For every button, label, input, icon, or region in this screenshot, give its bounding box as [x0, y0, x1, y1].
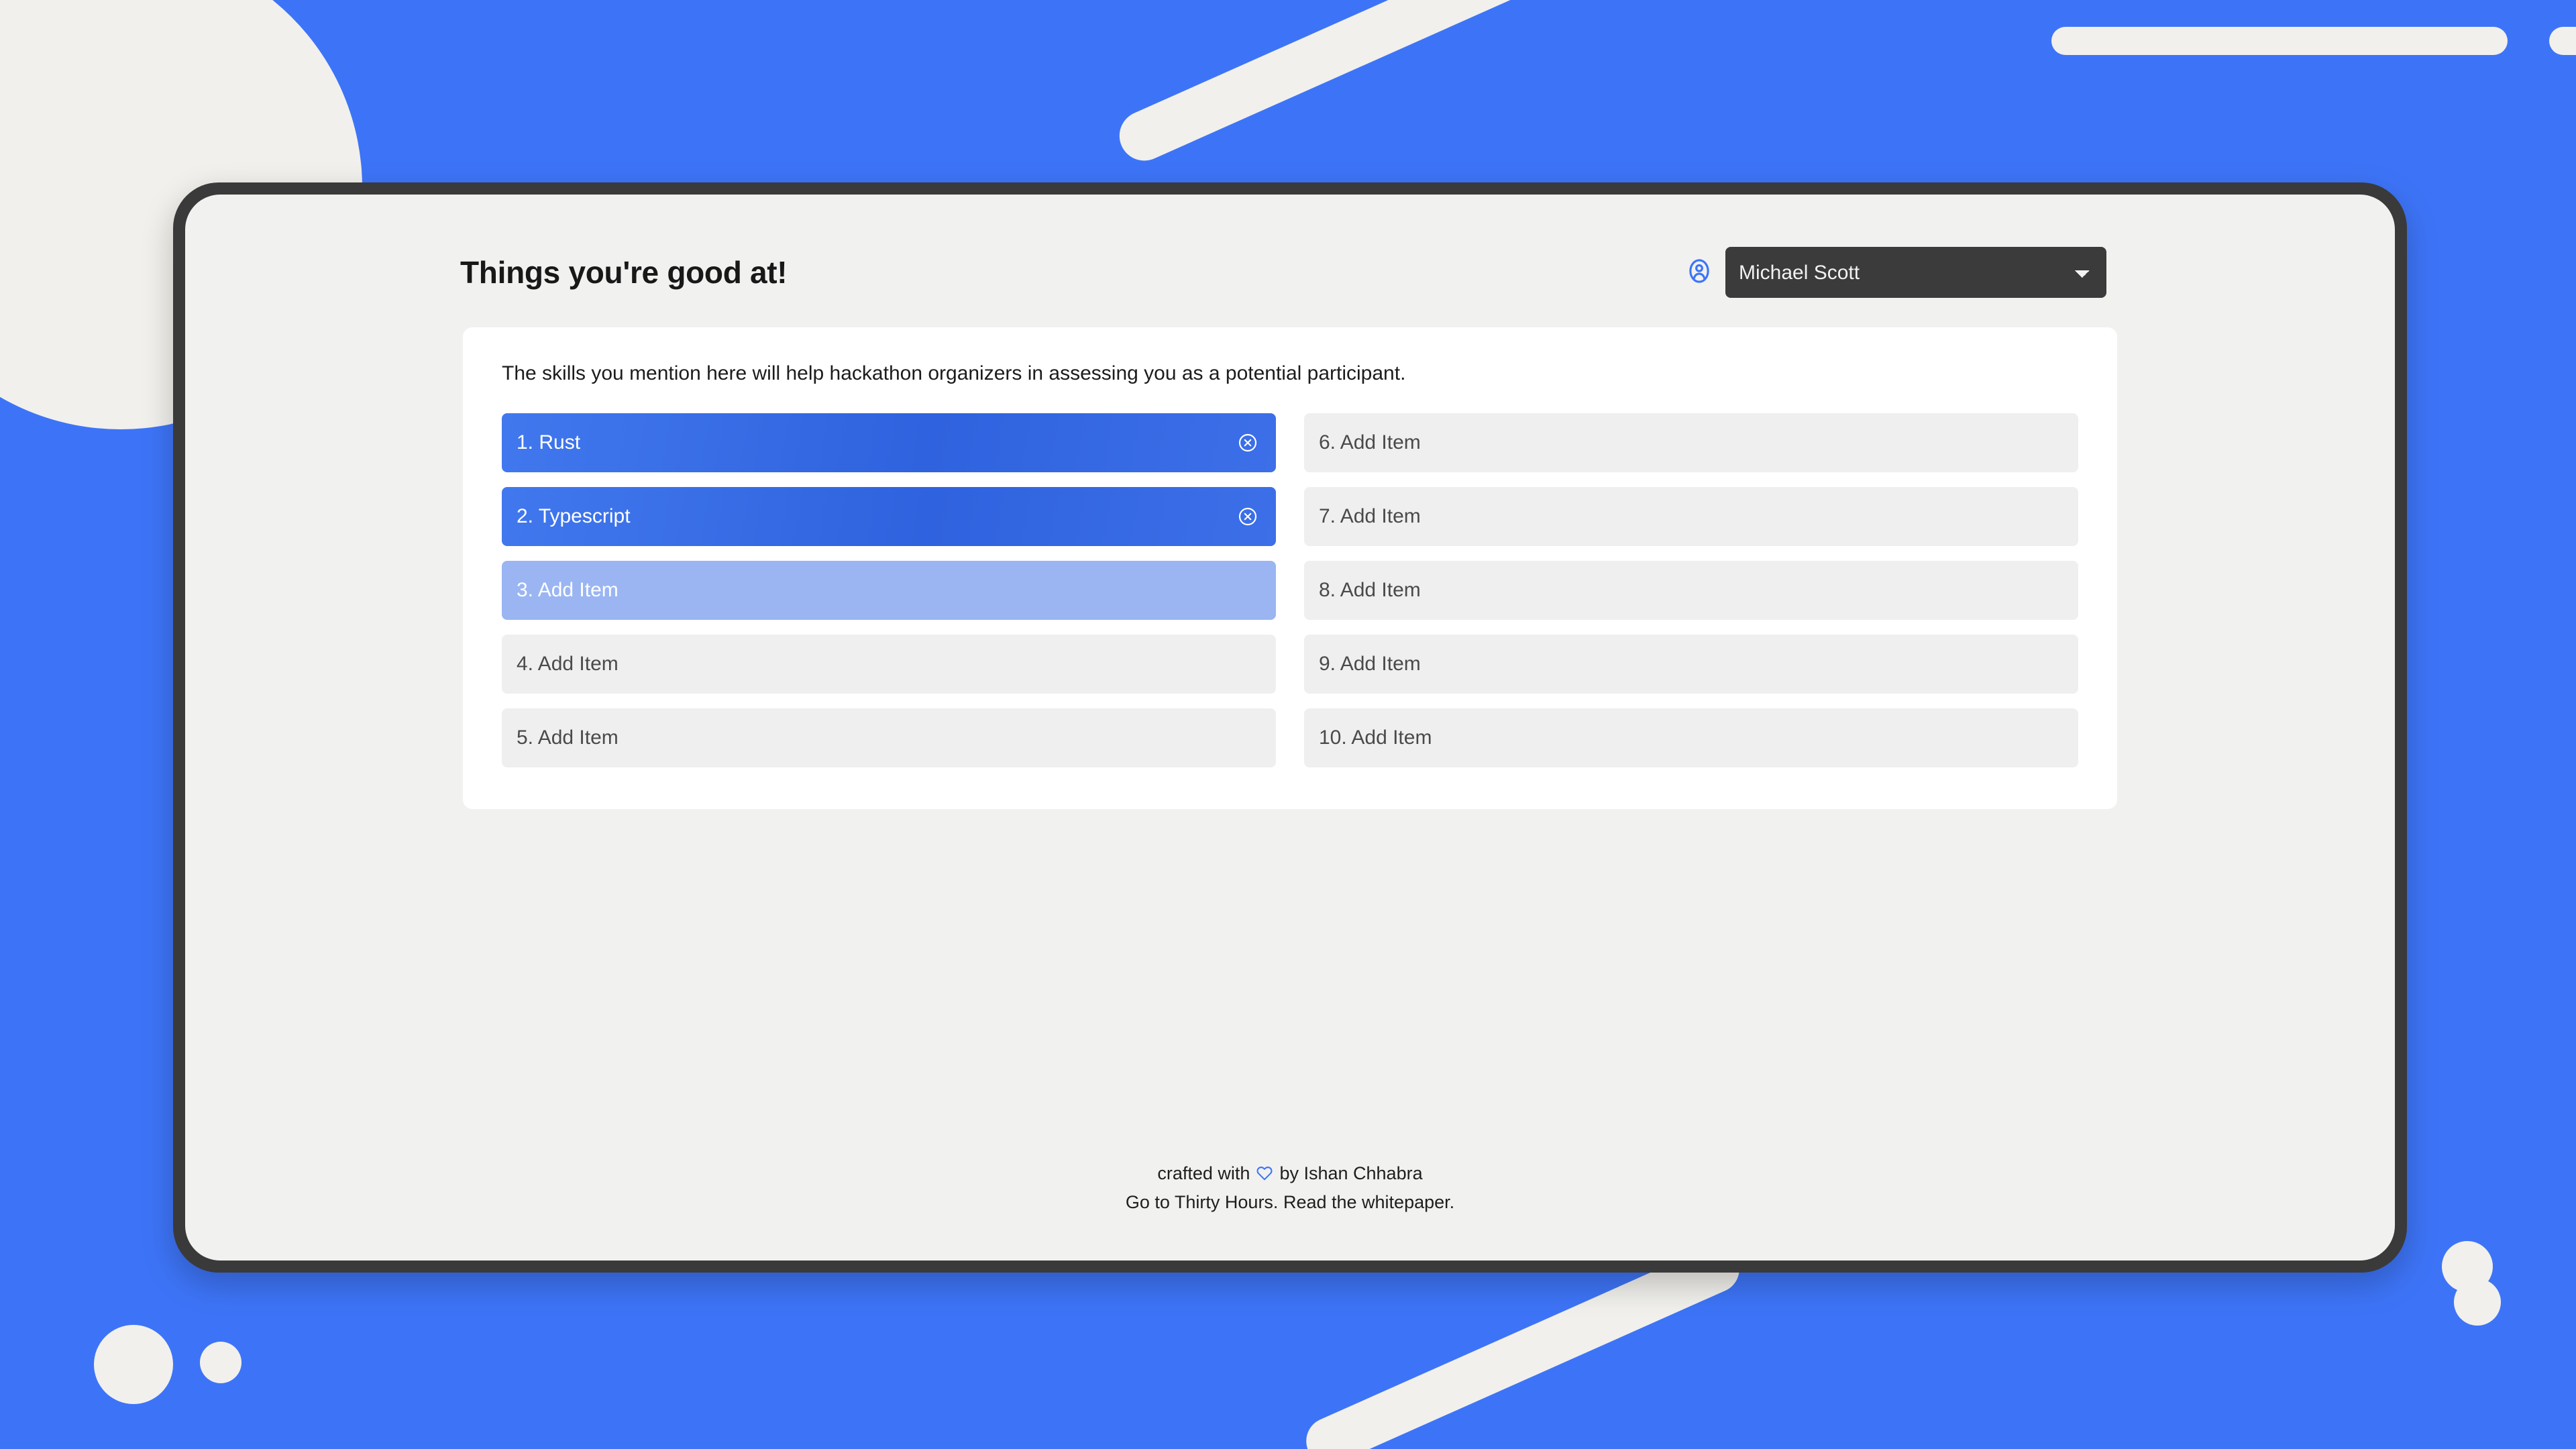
- skill-item-3[interactable]: 3. Add Item: [502, 561, 1276, 620]
- footer-credit-prefix: crafted with: [1157, 1163, 1250, 1183]
- skills-card: The skills you mention here will help ha…: [463, 327, 2117, 809]
- skills-grid: 1. Rust 6. Add Item 2. Typescript 7. Add It…: [502, 413, 2078, 767]
- skill-item-label: 1. Rust: [517, 431, 581, 453]
- decor-circle-bottom-left-large: [94, 1325, 173, 1404]
- app-footer: crafted with by Ishan Chhabra Go to Thir…: [185, 1159, 2395, 1260]
- decor-pill-top-right-edge: [2549, 27, 2576, 55]
- skill-item-6[interactable]: 6. Add Item: [1304, 413, 2078, 472]
- skill-item-label: 6. Add Item: [1319, 431, 1421, 453]
- decor-circle-bottom-left-small: [200, 1342, 241, 1383]
- skill-item-label: 4. Add Item: [517, 653, 619, 675]
- skill-item-4[interactable]: 4. Add Item: [502, 635, 1276, 694]
- skill-item-10[interactable]: 10. Add Item: [1304, 708, 2078, 767]
- skill-item-label: 7. Add Item: [1319, 505, 1421, 527]
- close-circle-icon[interactable]: [1237, 506, 1258, 527]
- skill-item-1[interactable]: 1. Rust: [502, 413, 1276, 472]
- user-selector: Michael Scott: [1685, 247, 2106, 298]
- decor-pill-top-right: [2051, 27, 2508, 55]
- close-circle-icon[interactable]: [1237, 432, 1258, 453]
- skill-item-label: 2. Typescript: [517, 505, 631, 527]
- footer-credit-suffix: by Ishan Chhabra: [1279, 1163, 1423, 1183]
- skill-item-7[interactable]: 7. Add Item: [1304, 487, 2078, 546]
- skill-item-label: 8. Add Item: [1319, 579, 1421, 601]
- device-screen: Things you're good at! Michael Scott The…: [185, 195, 2395, 1260]
- user-dropdown[interactable]: Michael Scott: [1725, 247, 2106, 298]
- app-header: Things you're good at! Michael Scott: [185, 195, 2395, 298]
- link-whitepaper[interactable]: Read the whitepaper.: [1283, 1192, 1454, 1212]
- skill-item-label: 10. Add Item: [1319, 727, 1432, 749]
- skill-item-label: 3. Add Item: [517, 579, 619, 601]
- decor-diagonal-bar-top: [1111, 0, 1586, 169]
- skill-item-label: 5. Add Item: [517, 727, 619, 749]
- card-description: The skills you mention here will help ha…: [502, 362, 1406, 384]
- device-frame: Things you're good at! Michael Scott The…: [173, 182, 2407, 1273]
- skill-item-9[interactable]: 9. Add Item: [1304, 635, 2078, 694]
- footer-links: Go to Thirty Hours. Read the whitepaper.: [185, 1188, 2395, 1218]
- page-title: Things you're good at!: [460, 255, 788, 290]
- footer-credit: crafted with by Ishan Chhabra: [185, 1159, 2395, 1189]
- heart-icon: [1256, 1165, 1273, 1182]
- skill-item-8[interactable]: 8. Add Item: [1304, 561, 2078, 620]
- skill-item-label: 9. Add Item: [1319, 653, 1421, 675]
- skill-item-2[interactable]: 2. Typescript: [502, 487, 1276, 546]
- link-thirty-hours[interactable]: Go to Thirty Hours.: [1126, 1192, 1279, 1212]
- user-circle-icon: [1685, 257, 1713, 288]
- skill-item-5[interactable]: 5. Add Item: [502, 708, 1276, 767]
